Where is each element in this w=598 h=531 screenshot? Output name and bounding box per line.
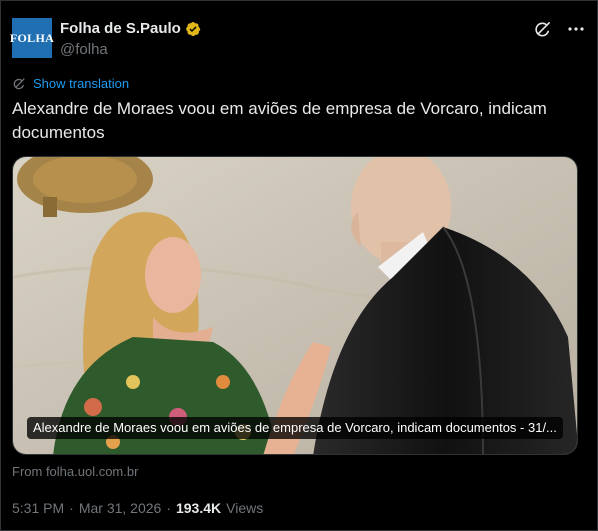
views-label: Views: [226, 500, 264, 516]
show-translation: Show translation: [12, 76, 129, 91]
tweet-meta: 5:31 PM · Mar 31, 2026 · 193.4K Views: [12, 500, 263, 516]
card-title: Alexandre de Moraes voou em aviões de em…: [27, 417, 563, 439]
verified-badge-icon: [186, 21, 201, 36]
avatar-text: FOLHA: [9, 30, 55, 45]
avatar[interactable]: FOLHA: [9, 18, 55, 58]
show-translation-link[interactable]: Show translation: [33, 76, 129, 91]
more-icon[interactable]: [566, 19, 586, 39]
link-card[interactable]: Alexandre de Moraes voou em aviões de em…: [12, 156, 578, 455]
tweet-header: FOLHA Folha de S.Paulo @folha: [9, 17, 586, 59]
handle[interactable]: @folha: [60, 40, 201, 59]
tweet-time[interactable]: 5:31 PM: [12, 500, 64, 516]
header-actions: [532, 19, 586, 39]
views-count: 193.4K: [175, 500, 222, 516]
tweet-text: Alexandre de Moraes voou em aviões de em…: [12, 99, 547, 142]
meta-separator: ·: [166, 500, 171, 516]
article-photo: [13, 157, 577, 454]
card-source[interactable]: From folha.uol.com.br: [12, 464, 138, 479]
account-names: Folha de S.Paulo @folha: [60, 19, 201, 59]
display-name[interactable]: Folha de S.Paulo: [60, 19, 181, 38]
display-name-row[interactable]: Folha de S.Paulo: [60, 19, 201, 38]
grok-icon[interactable]: [532, 19, 552, 39]
tweet-date[interactable]: Mar 31, 2026: [79, 500, 162, 516]
translate-icon: [12, 77, 26, 91]
meta-separator: ·: [69, 500, 74, 516]
